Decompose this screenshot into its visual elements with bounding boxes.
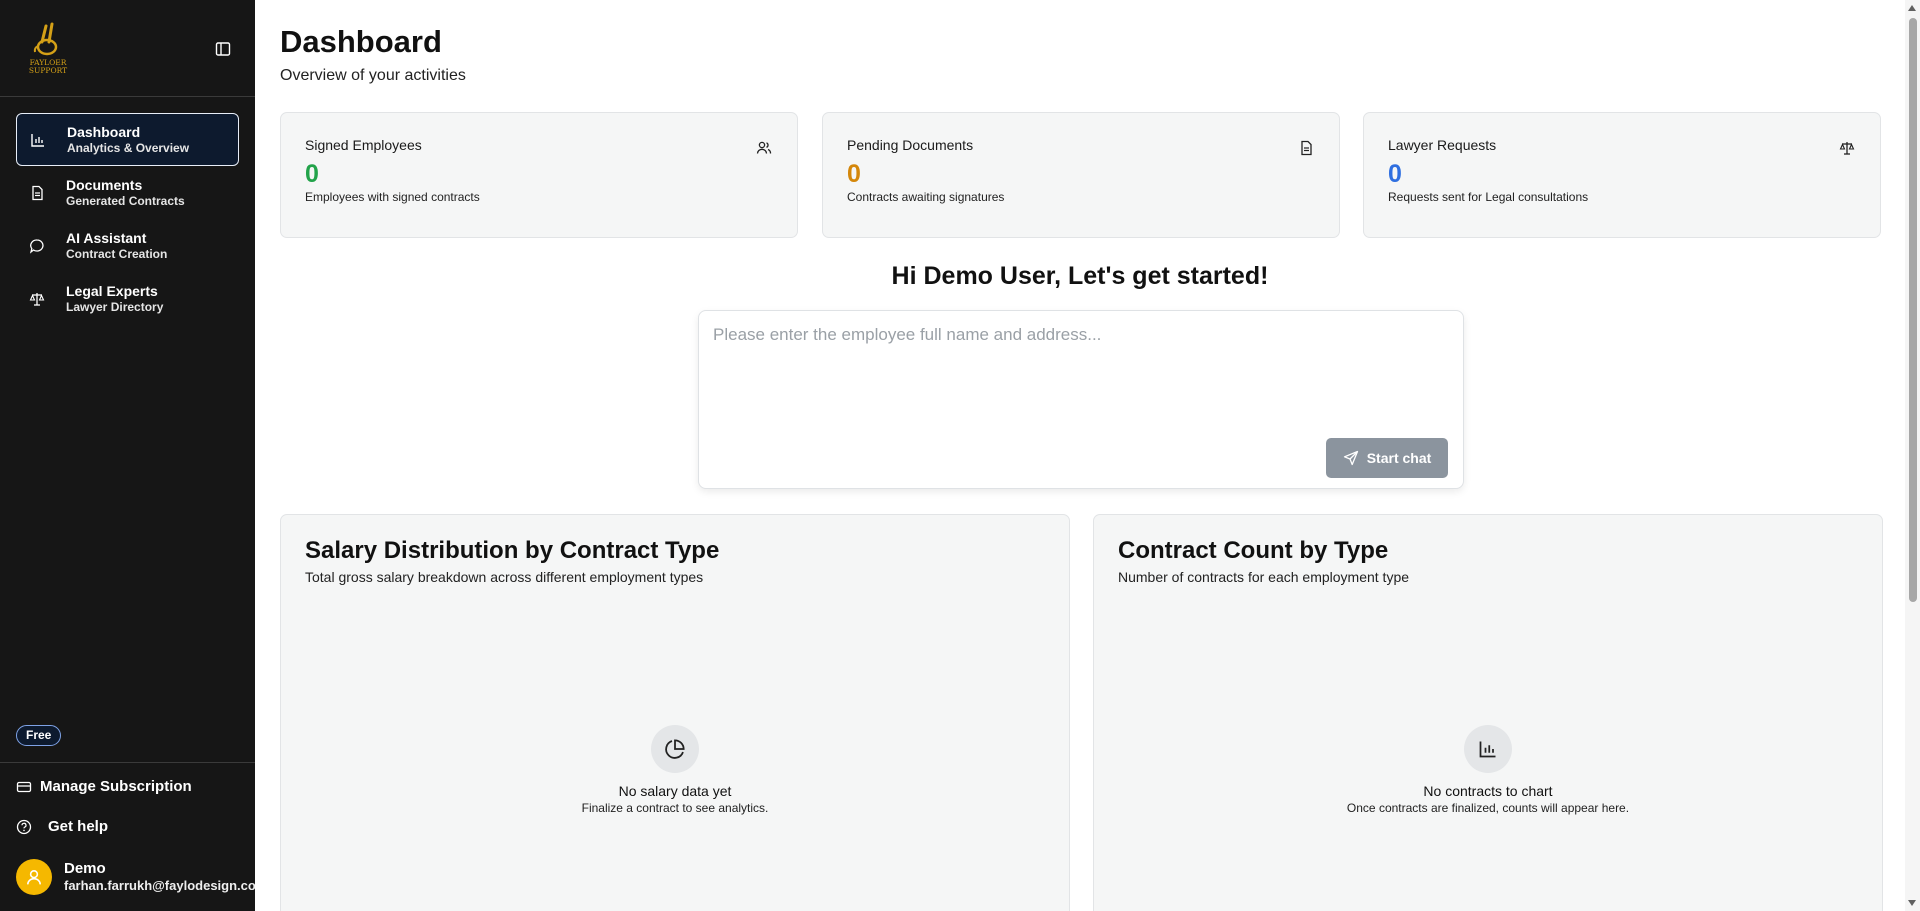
chart-subtitle: Number of contracts for each employment … [1118,569,1410,585]
app-logo[interactable]: FAYLOER SUPPORT [24,20,72,76]
stat-description: Contracts awaiting signatures [847,190,1005,204]
sidebar-item-title: Documents [66,176,143,193]
scroll-down-arrow[interactable] [1908,900,1916,906]
sidebar-item-title: AI Assistant [66,229,147,246]
scroll-thumb[interactable] [1909,18,1917,602]
sidebar: FAYLOER SUPPORT Dashboard Analytics & Ov… [0,0,286,911]
user-name: Demo [64,860,106,877]
sidebar-divider [0,762,255,763]
sidebar-item-subtitle: Contract Creation [66,246,168,261]
stat-value: 0 [847,160,861,188]
sidebar-item-title: Dashboard [67,123,141,140]
sidebar-item-subtitle: Analytics & Overview [67,140,190,155]
user-profile[interactable]: Demo farhan.farrukh@faylodesign.com.au [16,859,286,895]
stat-value: 0 [1388,160,1402,188]
bar-chart-icon [1464,725,1512,773]
sidebar-item-dashboard[interactable]: Dashboard Analytics & Overview [16,113,239,166]
stat-value: 0 [305,160,319,188]
sidebar-item-documents[interactable]: Documents Generated Contracts [16,166,239,219]
sidebar-item-subtitle: Generated Contracts [66,193,185,208]
empty-state: No salary data yet Finalize a contract t… [281,725,1069,815]
sidebar-item-legal-experts[interactable]: Legal Experts Lawyer Directory [16,272,239,325]
document-icon [28,184,46,202]
stat-title: Lawyer Requests [1388,137,1497,153]
sidebar-item-ai-assistant[interactable]: AI Assistant Contract Creation [16,219,239,272]
empty-state-subtitle: Once contracts are finalized, counts wil… [1346,801,1630,815]
bar-chart-icon [29,131,47,149]
contract-count-card: Contract Count by Type Number of contrac… [1093,514,1883,911]
manage-subscription-link[interactable]: Manage Subscription [16,778,192,795]
start-chat-button[interactable]: Start chat [1326,438,1448,478]
send-icon [1343,450,1359,466]
get-help-link[interactable]: Get help [16,818,108,835]
start-chat-label: Start chat [1366,450,1432,466]
stat-card-pending-documents: Pending Documents 0 Contracts awaiting s… [822,112,1340,238]
sidebar-toggle-icon [215,42,231,56]
chart-title: Salary Distribution by Contract Type [305,537,720,564]
scale-icon [28,290,46,308]
empty-state-title: No salary data yet [618,783,732,799]
scroll-up-arrow[interactable] [1908,5,1916,11]
credit-card-icon [16,779,32,795]
stat-description: Employees with signed contracts [305,190,480,204]
chat-bubble-icon [28,237,46,255]
stat-title: Pending Documents [847,137,974,153]
user-icon [27,870,41,885]
svg-text:SUPPORT: SUPPORT [29,66,67,75]
avatar [16,859,52,895]
chart-title: Contract Count by Type [1118,537,1389,564]
stat-description: Requests sent for Legal consultations [1388,190,1589,204]
empty-state-subtitle: Finalize a contract to see analytics. [581,801,769,815]
empty-state-title: No contracts to chart [1423,783,1553,799]
stat-card-lawyer-requests: Lawyer Requests 0 Requests sent for Lega… [1363,112,1881,238]
main-content: Dashboard Overview of your activities Si… [255,0,1905,911]
sidebar-divider [0,96,255,97]
scale-icon [1838,139,1856,157]
user-email: farhan.farrukh@faylodesign.com.au [64,878,287,893]
plan-badge: Free [16,725,62,746]
chat-composer: Start chat [698,310,1464,489]
users-icon [755,139,773,157]
sidebar-item-title: Legal Experts [66,282,158,299]
vertical-scrollbar[interactable] [1905,0,1920,911]
page-subtitle: Overview of your activities [280,67,466,84]
page-title: Dashboard [280,24,442,59]
stat-title: Signed Employees [305,137,422,153]
employee-details-input[interactable] [713,325,1443,435]
sidebar-nav: Dashboard Analytics & Overview Documents… [16,113,239,325]
greeting-heading: Hi Demo User, Let's get started! [891,262,1269,290]
stat-card-signed-employees: Signed Employees 0 Employees with signed… [280,112,798,238]
sidebar-item-subtitle: Lawyer Directory [66,299,164,314]
sidebar-toggle-button[interactable] [212,38,234,60]
manage-subscription-label: Manage Subscription [40,778,192,795]
get-help-label: Get help [48,818,109,835]
salary-distribution-card: Salary Distribution by Contract Type Tot… [280,514,1070,911]
chart-subtitle: Total gross salary breakdown across diff… [305,569,704,585]
empty-state: No contracts to chart Once contracts are… [1094,725,1882,815]
help-circle-icon [16,819,32,835]
pie-chart-icon [651,725,699,773]
document-icon [1297,139,1315,157]
